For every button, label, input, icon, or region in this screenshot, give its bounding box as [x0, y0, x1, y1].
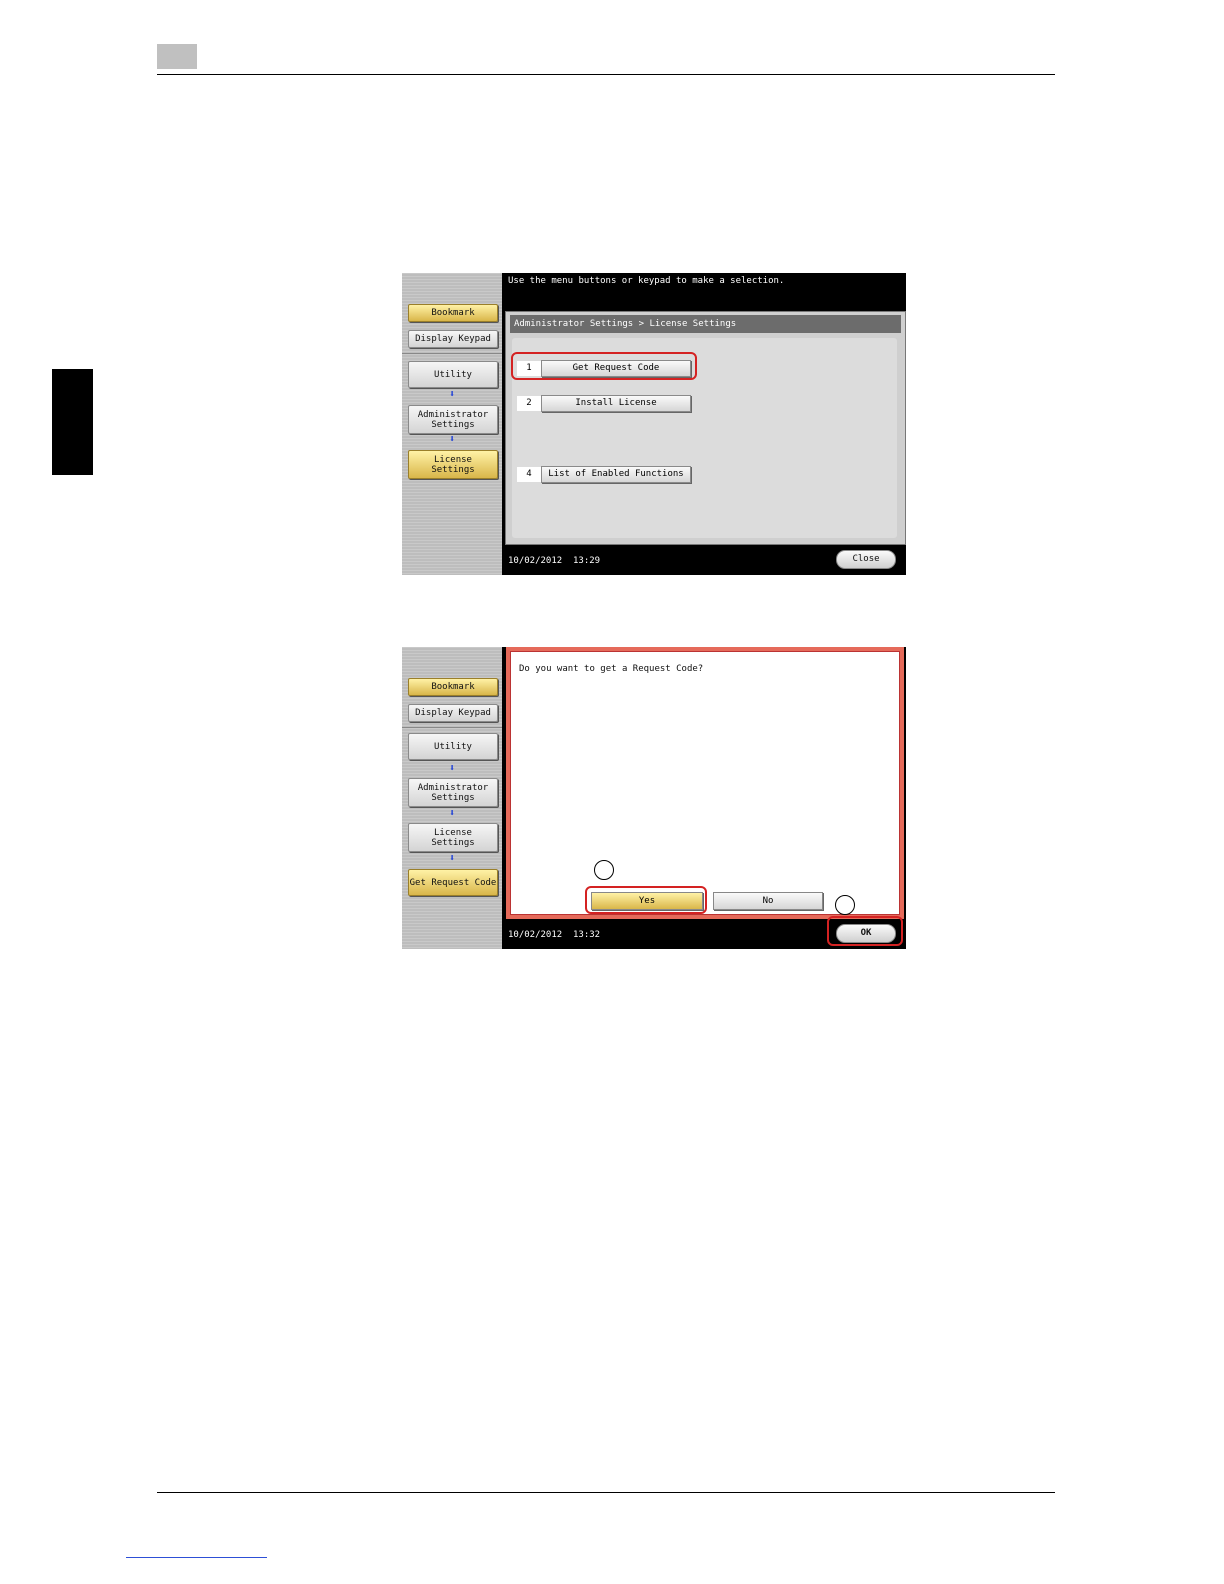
administrator-settings-button[interactable]: Administrator Settings: [408, 405, 498, 434]
callout-circle: [835, 895, 855, 915]
confirm-dialog: Do you want to get a Request Code? Yes N…: [506, 647, 904, 919]
arrow-down-icon: ⬇: [448, 853, 456, 864]
display-keypad-button[interactable]: Display Keypad: [408, 704, 498, 722]
arrow-down-icon: ⬇: [448, 434, 456, 445]
header-box: [157, 44, 197, 69]
callout-circle: [594, 860, 614, 880]
dialog-body: Do you want to get a Request Code? Yes N…: [510, 651, 900, 915]
license-settings-screen: Bookmark Display Keypad Utility ⬇ Admini…: [402, 273, 906, 575]
footer-link-underline: [126, 1557, 267, 1558]
display-keypad-button[interactable]: Display Keypad: [408, 330, 498, 348]
arrow-down-icon: ⬇: [448, 389, 456, 400]
highlight-frame: [511, 352, 697, 380]
utility-button[interactable]: Utility: [408, 361, 498, 388]
menu-number: 2: [517, 396, 541, 411]
header-rule: [157, 74, 1055, 75]
install-license-button[interactable]: Install License: [541, 395, 691, 412]
status-bar: 10/02/2012 13:29 Close: [505, 545, 906, 575]
arrow-down-icon: ⬇: [448, 763, 456, 774]
sidebar: Bookmark Display Keypad Utility ⬇ Admini…: [402, 647, 502, 949]
message-text: Use the menu buttons or keypad to make a…: [508, 276, 785, 286]
sidebar: Bookmark Display Keypad Utility ⬇ Admini…: [402, 273, 502, 575]
license-settings-button[interactable]: License Settings: [408, 823, 498, 852]
license-settings-button[interactable]: License Settings: [408, 450, 498, 479]
arrow-down-icon: ⬇: [448, 808, 456, 819]
status-bar: 10/02/2012 13:32 OK: [505, 916, 906, 949]
no-button[interactable]: No: [713, 892, 823, 910]
date-text: 10/02/2012: [508, 930, 563, 940]
breadcrumb: Administrator Settings > License Setting…: [510, 315, 901, 333]
footer-rule: [157, 1492, 1055, 1493]
list-enabled-functions-button[interactable]: List of Enabled Functions: [541, 466, 691, 483]
chapter-tab: [52, 369, 93, 475]
highlight-frame: [585, 886, 707, 914]
bookmark-button[interactable]: Bookmark: [408, 678, 498, 696]
bookmark-button[interactable]: Bookmark: [408, 304, 498, 322]
menu-number: 4: [517, 467, 541, 482]
sidebar-divider: [402, 727, 502, 728]
time-text: 13:32: [573, 930, 601, 940]
time-text: 13:29: [573, 556, 601, 566]
request-code-screen: Bookmark Display Keypad Utility ⬇ Admini…: [402, 647, 906, 949]
date-text: 10/02/2012: [508, 556, 563, 566]
menu-panel: 1 Get Request Code 2 Install License 4 L…: [511, 338, 897, 538]
highlight-frame: [827, 916, 903, 946]
sidebar-divider: [402, 353, 502, 354]
main-area: Administrator Settings > License Setting…: [505, 311, 906, 545]
utility-button[interactable]: Utility: [408, 733, 498, 760]
get-request-code-button[interactable]: Get Request Code: [408, 869, 498, 896]
dialog-question: Do you want to get a Request Code?: [519, 664, 704, 674]
message-bar: Use the menu buttons or keypad to make a…: [505, 273, 906, 311]
administrator-settings-button[interactable]: Administrator Settings: [408, 778, 498, 807]
close-button[interactable]: Close: [836, 550, 896, 569]
